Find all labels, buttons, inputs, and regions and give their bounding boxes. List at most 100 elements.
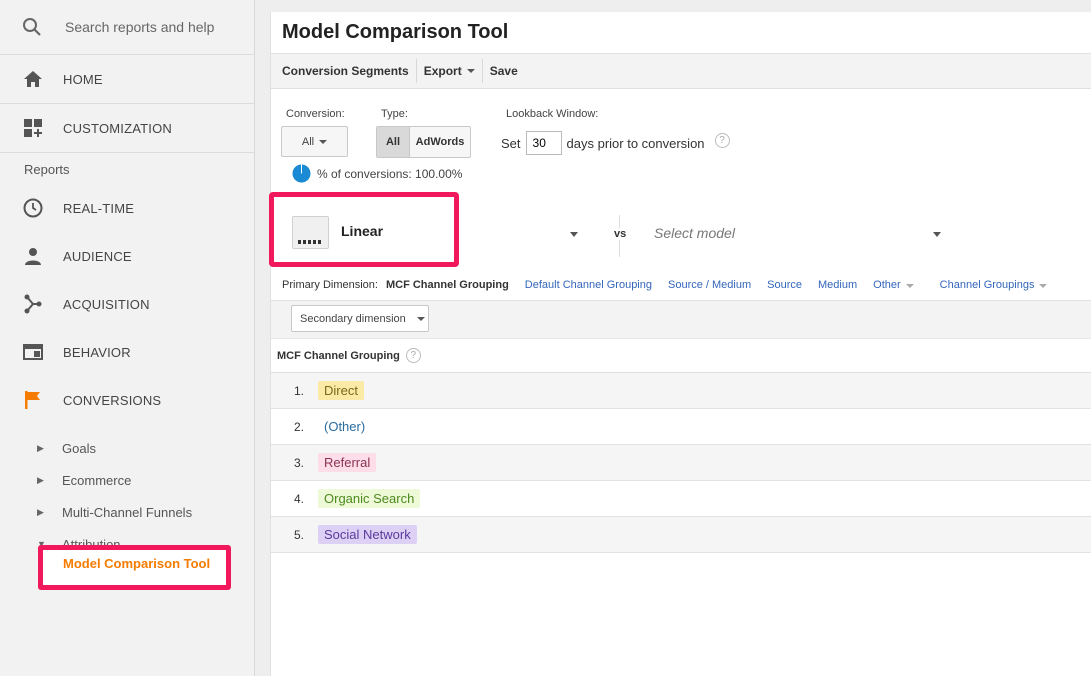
lookback-set-label: Set <box>501 135 521 151</box>
search-icon <box>22 17 44 37</box>
secondary-dimension-label: Secondary dimension <box>300 312 406 325</box>
channel-groupings-label: Channel Groupings <box>939 279 1035 291</box>
row-number: 3. <box>293 455 304 470</box>
dimension-link-source[interactable]: Source <box>767 279 802 291</box>
table-row: 4. Organic Search <box>271 481 1091 517</box>
sidebar: Search reports and help HOME CUSTOMIZATI… <box>0 0 255 676</box>
row-number: 4. <box>293 491 304 506</box>
channel-chip-referral[interactable]: Referral <box>318 453 377 472</box>
model-selector-primary[interactable]: Linear <box>269 192 459 267</box>
conversion-dropdown[interactable]: All <box>281 126 348 157</box>
sidebar-item-label: Goals <box>62 440 96 456</box>
conversion-segments-label: Conversion Segments <box>282 64 409 78</box>
caret-down-icon <box>319 139 328 144</box>
nav-acquisition-label: ACQUISITION <box>63 296 150 312</box>
dimension-link-channel-groupings[interactable]: Channel Groupings <box>940 279 1048 291</box>
triangle-right-icon: ▶ <box>37 442 44 453</box>
type-all-button[interactable]: All <box>377 127 410 157</box>
primary-dimension-current: MCF Channel Grouping <box>385 279 509 291</box>
linear-model-icon <box>292 216 329 249</box>
help-icon[interactable]: ? <box>714 132 730 148</box>
caret-down-icon <box>416 316 425 321</box>
sidebar-item-label: Multi-Channel Funnels <box>62 504 193 520</box>
help-icon[interactable]: ? <box>405 348 421 363</box>
type-adwords-button[interactable]: AdWords <box>410 127 470 157</box>
conversions-percent-text: % of conversions: 100.00% <box>317 166 463 181</box>
conversion-segments-button[interactable]: Conversion Segments <box>275 59 417 83</box>
nav-conversions[interactable]: CONVERSIONS <box>0 376 254 424</box>
nav-audience-label: AUDIENCE <box>63 248 132 264</box>
lookback-days-input[interactable] <box>525 131 562 155</box>
nav-acquisition[interactable]: ACQUISITION <box>0 280 254 328</box>
clock-icon <box>22 197 44 219</box>
nav-realtime[interactable]: REAL-TIME <box>0 184 254 232</box>
sidebar-item-label: Model Comparison Tool <box>63 556 211 571</box>
save-label: Save <box>489 64 518 78</box>
conversion-value: All <box>301 135 315 148</box>
sidebar-item-goals[interactable]: ▶ Goals <box>0 432 254 464</box>
reports-heading: Reports <box>24 162 70 177</box>
dimension-link-other[interactable]: Other <box>873 279 914 291</box>
nav-home[interactable]: HOME <box>0 55 254 104</box>
dimension-link-medium[interactable]: Medium <box>818 279 857 291</box>
dimension-link-source-medium[interactable]: Source / Medium <box>668 279 751 291</box>
type-toggle: All AdWords <box>376 126 471 158</box>
lookback-suffix: days prior to conversion <box>566 135 705 151</box>
row-number: 5. <box>293 527 304 542</box>
nav-conversions-label: CONVERSIONS <box>63 392 162 408</box>
dimension-link-default-channel-grouping[interactable]: Default Channel Grouping <box>525 279 652 291</box>
browser-window-icon <box>22 341 44 363</box>
channel-chip-organic-search[interactable]: Organic Search <box>318 489 421 508</box>
acquisition-icon <box>22 293 44 315</box>
page-title: Model Comparison Tool <box>271 12 1091 54</box>
triangle-right-icon: ▶ <box>37 474 44 485</box>
caret-down-icon <box>466 69 475 73</box>
column-header[interactable]: MCF Channel Grouping ? <box>271 338 1091 373</box>
table-row: 3. Referral <box>271 445 1091 481</box>
primary-dimension-label: Primary Dimension: <box>282 279 378 291</box>
nav-customization-label: CUSTOMIZATION <box>63 120 173 136</box>
export-button[interactable]: Export <box>417 59 483 83</box>
nav-audience[interactable]: AUDIENCE <box>0 232 254 280</box>
channel-chip-social-network[interactable]: Social Network <box>318 525 417 544</box>
toolbar: Conversion Segments Export Save <box>271 54 1091 89</box>
nav-behavior-label: BEHAVIOR <box>63 344 131 360</box>
triangle-right-icon: ▶ <box>37 506 44 517</box>
table-row: 2. (Other) <box>271 409 1091 445</box>
nav-behavior[interactable]: BEHAVIOR <box>0 328 254 376</box>
pie-icon <box>292 164 311 183</box>
sidebar-item-label: Ecommerce <box>62 472 132 488</box>
column-header-label: MCF Channel Grouping <box>277 349 400 362</box>
dashboard-add-icon <box>22 117 44 139</box>
select-model-dropdown[interactable]: Select model <box>654 225 735 241</box>
save-button[interactable]: Save <box>483 59 525 83</box>
model-name: Linear <box>341 223 384 239</box>
row-number: 2. <box>293 419 304 434</box>
table-row: 5. Social Network <box>271 517 1091 553</box>
caret-down-icon[interactable] <box>570 232 578 237</box>
vs-label: vs <box>613 228 628 240</box>
lookback-window: Set days prior to conversion ? <box>501 131 730 155</box>
search-input[interactable]: Search reports and help <box>65 19 214 35</box>
export-label: Export <box>423 64 462 78</box>
channel-chip-direct[interactable]: Direct <box>318 381 364 400</box>
conversions-percent: % of conversions: 100.00% <box>292 164 462 183</box>
lookback-label: Lookback Window: <box>506 108 599 120</box>
search-bar[interactable]: Search reports and help <box>0 0 254 55</box>
main-panel: Model Comparison Tool Conversion Segment… <box>269 12 1091 676</box>
row-number: 1. <box>293 383 304 398</box>
primary-dimension-bar: Primary Dimension: MCF Channel Grouping … <box>282 279 1063 291</box>
conversion-label: Conversion: <box>286 108 345 120</box>
sidebar-item-multi-channel-funnels[interactable]: ▶ Multi-Channel Funnels <box>0 496 254 528</box>
sidebar-item-ecommerce[interactable]: ▶ Ecommerce <box>0 464 254 496</box>
caret-down-icon[interactable] <box>933 232 941 237</box>
channel-chip-other[interactable]: (Other) <box>318 417 371 436</box>
home-icon <box>22 68 44 90</box>
secondary-dimension-dropdown[interactable]: Secondary dimension <box>291 305 429 332</box>
caret-down-icon <box>905 284 914 288</box>
sidebar-item-model-comparison-tool[interactable]: Model Comparison Tool <box>38 545 231 590</box>
nav-customization[interactable]: CUSTOMIZATION <box>0 104 254 153</box>
nav-home-label: HOME <box>63 71 103 87</box>
nav-realtime-label: REAL-TIME <box>63 200 135 216</box>
table-row: 1. Direct <box>271 373 1091 409</box>
